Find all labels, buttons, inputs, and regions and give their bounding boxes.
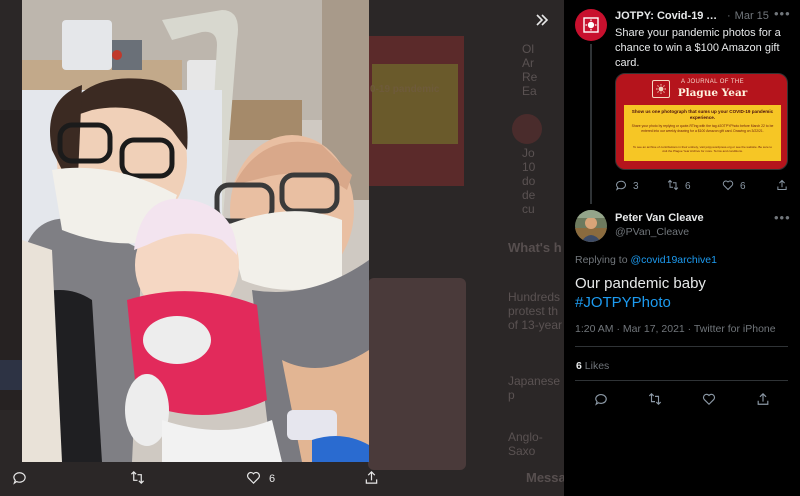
- like-count: 6: [269, 473, 276, 485]
- background-text: Ea: [522, 84, 537, 98]
- background-text: Jo: [522, 146, 535, 160]
- retweet-icon: [667, 179, 679, 194]
- tweet-date[interactable]: Mar 15: [735, 10, 769, 22]
- heart-icon: [246, 470, 261, 488]
- background-card-inner: [372, 64, 458, 144]
- card-title: Plague Year: [677, 87, 748, 99]
- user-handle[interactable]: @PVan_Cleave: [615, 226, 689, 238]
- tweet-date[interactable]: Mar 17, 2021: [623, 323, 685, 335]
- background-text: de: [522, 188, 536, 202]
- tweet-thread-panel: JOTPY: Covid-19 Ar... · Mar 15 ••• Share…: [564, 0, 800, 496]
- likes-label: Likes: [584, 360, 610, 372]
- display-name[interactable]: Peter Van Cleave: [615, 212, 704, 224]
- background-text: Re: [522, 70, 538, 84]
- tweet-action-bar: 3 6 6: [615, 179, 795, 195]
- tweet-text: Our pandemic baby #JOTPYPhoto: [575, 274, 790, 312]
- reply-icon: [12, 470, 27, 488]
- tweet-action-bar: [564, 390, 800, 410]
- reply-count: 3: [633, 181, 639, 192]
- parent-tweet[interactable]: JOTPY: Covid-19 Ar... · Mar 15 ••• Share…: [564, 0, 800, 204]
- hashtag-link[interactable]: #JOTPYPhoto: [575, 293, 790, 312]
- background-text: protest th: [508, 304, 559, 318]
- like-button[interactable]: 6: [246, 470, 275, 488]
- share-icon: [776, 179, 788, 194]
- retweet-button[interactable]: 6: [667, 179, 691, 194]
- card-fine-print: To see an archive of contributions in th…: [632, 145, 773, 153]
- retweet-icon: [130, 470, 145, 488]
- display-name[interactable]: JOTPY: Covid-19 Ar...: [615, 10, 723, 22]
- more-icon[interactable]: •••: [774, 6, 791, 21]
- background-text: do: [522, 174, 536, 188]
- avatar[interactable]: [575, 210, 607, 242]
- replying-to: Replying to @covid19archive1: [575, 254, 717, 266]
- background-text: Ar: [522, 56, 534, 70]
- background-left-highlight: [0, 360, 22, 390]
- tweet-client[interactable]: Twitter for iPhone: [694, 323, 776, 335]
- retweet-icon: [648, 392, 662, 409]
- reply-icon: [615, 179, 627, 194]
- background-text: cu: [522, 202, 535, 216]
- share-icon: [364, 470, 379, 488]
- background-text: Anglo-Saxo: [508, 430, 543, 458]
- tweet-time[interactable]: 1:20 AM: [575, 323, 614, 335]
- reply-button[interactable]: [12, 470, 27, 488]
- double-chevron-right-icon[interactable]: [532, 12, 552, 32]
- reply-handle-link[interactable]: @covid19archive1: [630, 254, 717, 266]
- thread-line: [590, 44, 592, 204]
- share-button[interactable]: [756, 392, 770, 409]
- tweet-header: JOTPY: Covid-19 Ar... · Mar 15: [615, 10, 769, 22]
- tweet-image-card[interactable]: A JOURNAL OF THE Plague Year Show us one…: [615, 73, 788, 170]
- tweet-text: Share your pandemic photos for a chance …: [615, 27, 781, 69]
- card-body: Show us one photograph that sums up your…: [624, 105, 781, 161]
- background-text: Hundreds: [508, 290, 561, 304]
- focused-tweet: Peter Van Cleave @PVan_Cleave ••• Replyi…: [564, 204, 800, 496]
- more-icon[interactable]: •••: [774, 210, 791, 225]
- card-headline: Show us one photograph that sums up your…: [631, 109, 774, 120]
- tweet-photo[interactable]: [22, 0, 369, 462]
- background-text: Japanese p: [508, 374, 561, 402]
- share-icon: [756, 392, 770, 409]
- media-viewer: 0-19 pandemic Ol Ar Re Ea Jo 10 do de cu…: [0, 0, 564, 496]
- like-button[interactable]: [702, 392, 716, 409]
- share-button[interactable]: [364, 470, 379, 488]
- heart-icon: [702, 392, 716, 409]
- heart-icon: [722, 179, 734, 194]
- divider: [575, 346, 788, 347]
- like-count: 6: [740, 181, 746, 192]
- card-body-text: Share your photo by replying or quote-RT…: [631, 124, 774, 133]
- viewer-action-bar: 6: [0, 462, 564, 496]
- reply-button[interactable]: [594, 392, 608, 409]
- background-text: Ol: [522, 42, 534, 56]
- background-card-text: 0-19 pandemic: [370, 84, 440, 95]
- background-avatar: [512, 114, 542, 144]
- likes-count: 6: [576, 360, 582, 372]
- avatar[interactable]: [575, 9, 607, 41]
- card-journal-label: A JOURNAL OF THE: [680, 79, 745, 85]
- retweet-count: 6: [685, 181, 691, 192]
- tweet-timestamp: 1:20 AM · Mar 17, 2021 · Twitter for iPh…: [575, 323, 776, 335]
- divider: [575, 380, 788, 381]
- background-heading: What's h: [508, 240, 562, 255]
- background-text: 10: [522, 160, 536, 174]
- background-image: [368, 278, 466, 470]
- like-button[interactable]: 6: [722, 179, 746, 194]
- reply-button[interactable]: 3: [615, 179, 639, 194]
- retweet-button[interactable]: [130, 470, 145, 488]
- retweet-button[interactable]: [648, 392, 662, 409]
- share-button[interactable]: [776, 179, 788, 194]
- reply-icon: [594, 392, 608, 409]
- likes-summary[interactable]: 6 Likes: [576, 360, 609, 372]
- background-text: of 13-year: [508, 318, 563, 332]
